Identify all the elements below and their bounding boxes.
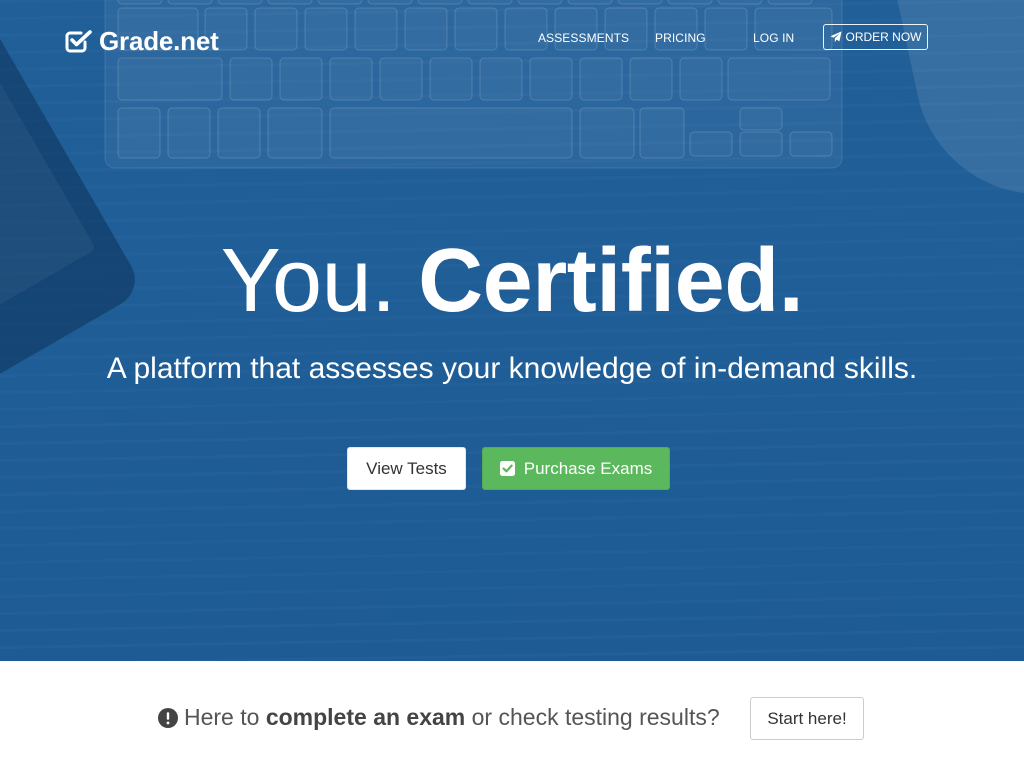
purchase-exams-label: Purchase Exams (523, 458, 653, 478)
keyboard-key (279, 57, 323, 101)
exam-prompt-text: Here to complete an exam or check testin… (184, 703, 720, 731)
exam-prompt-bar: Here to complete an exam or check testin… (0, 661, 1024, 764)
view-tests-button[interactable]: View Tests (347, 447, 466, 490)
keyboard-key (739, 107, 783, 131)
hero-section: Grade.net ASSESSMENTS PRICING LOG IN ORD… (0, 0, 1024, 661)
keyboard-key (689, 131, 733, 157)
keyboard-key (639, 107, 685, 159)
checkbox-checked-icon (65, 30, 92, 53)
keyboard-key (379, 57, 423, 101)
keyboard-key (479, 57, 523, 101)
keyboard-key (667, 0, 713, 5)
keyboard-key (229, 57, 273, 101)
keyboard-key (727, 57, 831, 101)
keyboard-key (254, 7, 298, 51)
keyboard-key (117, 107, 161, 159)
order-now-label: ORDER NOW (845, 30, 922, 44)
keyboard-key (454, 7, 498, 51)
hero-headline: You. Certified. (0, 236, 1024, 326)
start-here-button[interactable]: Start here! (750, 697, 864, 740)
keyboard-key (429, 57, 473, 101)
keyboard-key (517, 0, 563, 5)
keyboard-key (117, 57, 223, 101)
keyboard-key (767, 0, 813, 5)
logo-text: Grade.net (99, 26, 219, 56)
keyboard-key (789, 131, 833, 157)
prompt-text-before: Here to (184, 704, 266, 730)
headline-bold: Certified. (418, 231, 804, 331)
keyboard-key (529, 57, 573, 101)
keyboard-key (217, 0, 263, 5)
view-tests-label: View Tests (366, 458, 447, 478)
prompt-text-after: or check testing results? (465, 704, 720, 730)
keyboard-key (267, 107, 323, 159)
keyboard-key (679, 57, 723, 101)
keyboard-key (329, 57, 373, 101)
hero-subtitle: A platform that assesses your knowledge … (106, 352, 918, 385)
keyboard-key (567, 0, 613, 5)
keyboard-key (739, 131, 783, 157)
nav-link-assessments[interactable]: ASSESSMENTS (538, 31, 629, 45)
keyboard-key (579, 107, 635, 159)
order-now-button[interactable]: ORDER NOW (823, 24, 928, 50)
keyboard-key (467, 0, 513, 5)
keyboard-key (367, 0, 413, 5)
keyboard-key (579, 57, 623, 101)
keyboard-key (417, 0, 463, 5)
checkbox-checked-icon (499, 461, 515, 476)
keyboard-key (704, 7, 748, 51)
exclamation-circle-icon (158, 708, 178, 728)
keyboard-key (354, 7, 398, 51)
logo-link[interactable]: Grade.net (65, 26, 219, 56)
keyboard-key (167, 107, 211, 159)
keyboard-key (629, 57, 673, 101)
keyboard-key (304, 7, 348, 51)
keyboard-key (317, 0, 363, 5)
paper-plane-icon (829, 31, 842, 43)
nav-link-login[interactable]: LOG IN (753, 31, 794, 45)
nav-link-pricing[interactable]: PRICING (655, 31, 706, 45)
purchase-exams-button[interactable]: Purchase Exams (482, 447, 670, 490)
prompt-text-bold: complete an exam (265, 704, 466, 730)
keyboard-key (717, 0, 763, 5)
keyboard-key (117, 0, 163, 5)
keyboard-key (617, 0, 663, 5)
headline-light: You. (220, 231, 396, 331)
keyboard-key (329, 107, 573, 159)
keyboard-key (267, 0, 313, 5)
keyboard-key (167, 0, 213, 5)
keyboard-key (404, 7, 448, 51)
keyboard-key (217, 107, 261, 159)
